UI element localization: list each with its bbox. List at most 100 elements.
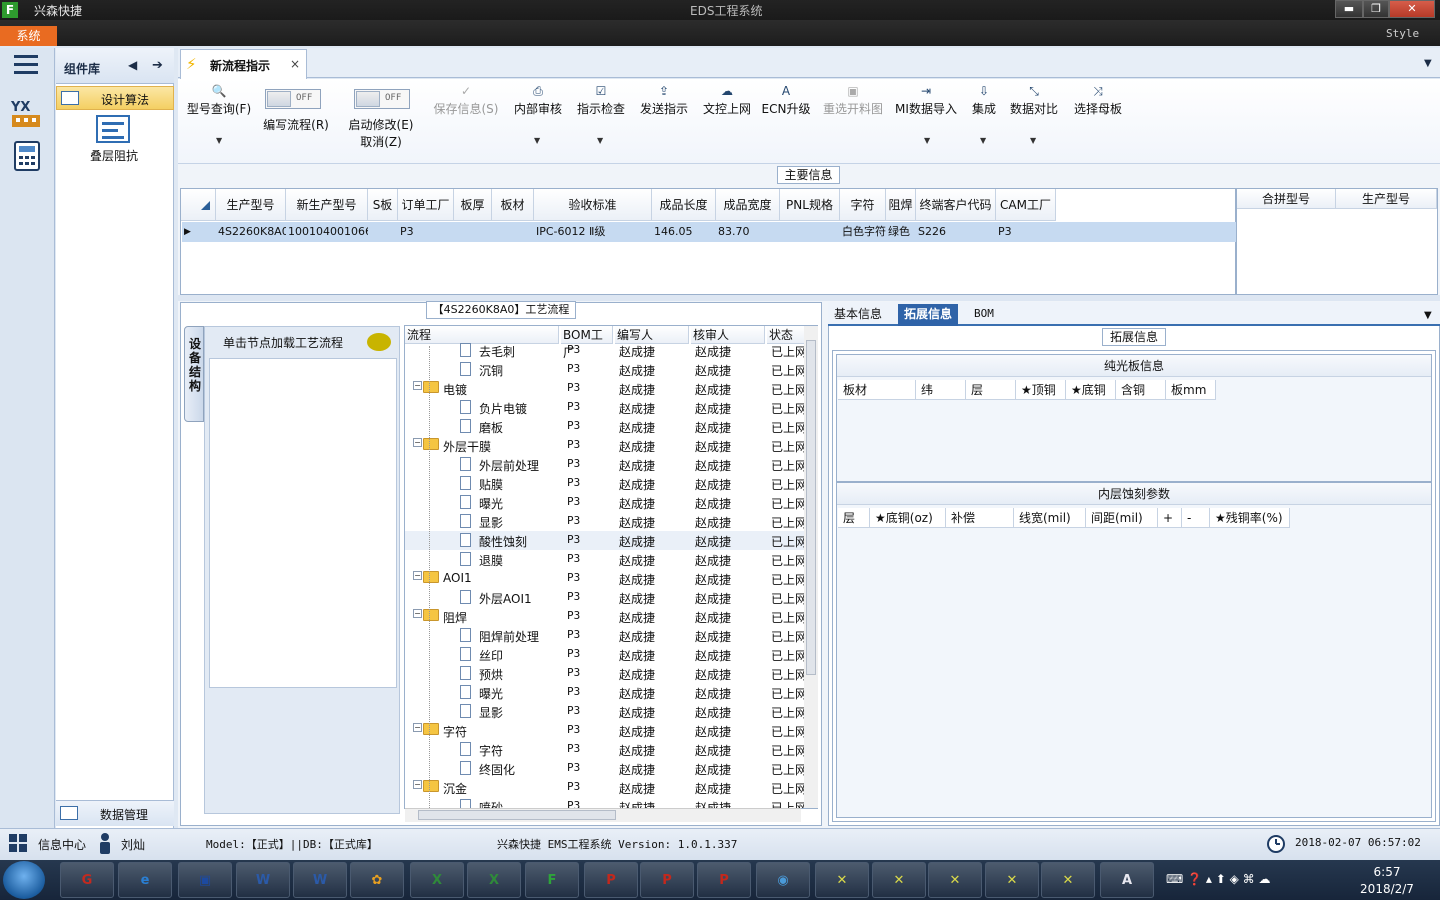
- chevron-down-icon[interactable]: ▼: [980, 136, 986, 145]
- start-modify-toggle[interactable]: OFF: [354, 89, 410, 109]
- internal-review-button[interactable]: ⎙ 内部审核: [512, 84, 564, 117]
- splitter[interactable]: [178, 295, 1440, 301]
- tree-row[interactable]: 字符 P3 赵成捷 赵成捷 已上网: [405, 740, 805, 759]
- detail-column-header[interactable]: ★残铜率(%): [1210, 508, 1290, 528]
- tree-row[interactable]: − AOI1 P3 赵成捷 赵成捷 已上网: [405, 569, 805, 588]
- taskbar-app-icon[interactable]: P: [584, 862, 638, 898]
- taskbar-app-icon[interactable]: ✕: [985, 862, 1039, 898]
- taskbar-app-icon[interactable]: F: [525, 862, 579, 898]
- taskbar-app-icon[interactable]: W: [293, 862, 347, 898]
- tree-row[interactable]: − 电镀 P3 赵成捷 赵成捷 已上网: [405, 379, 805, 398]
- column-header[interactable]: S板: [368, 189, 398, 221]
- taskbar-app-icon[interactable]: P: [640, 862, 694, 898]
- tree-row[interactable]: 终固化 P3 赵成捷 赵成捷 已上网: [405, 759, 805, 778]
- table-cell[interactable]: P3: [400, 222, 454, 242]
- select-mother-board-button[interactable]: ⤨ 选择母板: [1070, 84, 1126, 117]
- tree-row[interactable]: 酸性蚀刻 P3 赵成捷 赵成捷 已上网: [405, 531, 805, 550]
- tree-row[interactable]: 沉铜 P3 赵成捷 赵成捷 已上网: [405, 360, 805, 379]
- chevron-down-icon[interactable]: ▼: [924, 136, 930, 145]
- detail-column-header[interactable]: 层: [966, 380, 1016, 400]
- column-header[interactable]: 阻焊: [886, 189, 916, 221]
- detail-dropdown-icon[interactable]: ▼: [1424, 310, 1432, 321]
- detail-column-header[interactable]: ★底铜: [1066, 380, 1116, 400]
- table-cell[interactable]: [782, 222, 840, 242]
- detail-column-header[interactable]: 板mm: [1166, 380, 1216, 400]
- taskbar-app-icon[interactable]: ◉: [756, 862, 810, 898]
- close-button[interactable]: ✕: [1389, 0, 1435, 18]
- tree-horizontal-thumb[interactable]: [418, 810, 616, 820]
- table-cell[interactable]: 白色字符: [842, 222, 886, 242]
- taskbar-app-icon[interactable]: ✕: [1041, 862, 1095, 898]
- detail-column-header[interactable]: -: [1182, 508, 1210, 528]
- taskbar-app-icon[interactable]: G: [60, 862, 114, 898]
- expander-icon[interactable]: −: [413, 723, 422, 732]
- expander-icon[interactable]: −: [413, 438, 422, 447]
- taskbar-app-icon[interactable]: ✕: [872, 862, 926, 898]
- integrate-button[interactable]: ⇩ 集成: [968, 84, 1000, 117]
- reselect-material-button[interactable]: ▣ 重选开料图: [820, 84, 886, 117]
- model-query-button[interactable]: 🔍 型号查询(F): [184, 84, 254, 117]
- tree-row[interactable]: 丝印 P3 赵成捷 赵成捷 已上网: [405, 645, 805, 664]
- style-menu[interactable]: Style: [1386, 27, 1419, 40]
- column-header[interactable]: CAM工厂: [996, 189, 1056, 221]
- instruction-check-button[interactable]: ☑ 指示检查: [575, 84, 627, 117]
- table-cell[interactable]: 146.05: [654, 222, 716, 242]
- detail-column-header[interactable]: 补偿: [946, 508, 1014, 528]
- detail-column-header[interactable]: 板材: [838, 380, 916, 400]
- detail-column-header[interactable]: 线宽(mil): [1014, 508, 1086, 528]
- calculator-icon[interactable]: [13, 140, 43, 172]
- table-cell[interactable]: S226: [918, 222, 996, 242]
- chevron-down-icon[interactable]: ▼: [534, 136, 540, 145]
- tree-row[interactable]: 外层前处理 P3 赵成捷 赵成捷 已上网: [405, 455, 805, 474]
- tab-new-flow-instruction[interactable]: ⚡ 新流程指示 ×: [180, 49, 307, 79]
- expander-icon[interactable]: −: [413, 609, 422, 618]
- mi-import-button[interactable]: ⇥ MI数据导入: [894, 84, 958, 117]
- taskbar-app-icon[interactable]: A: [1100, 862, 1154, 898]
- detail-column-header[interactable]: ★底铜(oz): [870, 508, 946, 528]
- doc-upload-button[interactable]: ☁ 文控上网: [701, 84, 753, 117]
- table-cell[interactable]: [370, 222, 398, 242]
- info-center-label[interactable]: 信息中心: [38, 836, 86, 853]
- column-header[interactable]: 终端客户代码: [916, 189, 996, 221]
- taskbar-app-icon[interactable]: ▣: [178, 862, 232, 898]
- tab-bom[interactable]: BOM: [968, 304, 1000, 326]
- process-flow-tree[interactable]: 流程 BOM工厂 编写人 核审人 状态 去毛刺 P3 赵成捷 赵成捷 已上网 沉铜 P3 赵成捷 赵成捷…: [404, 325, 818, 809]
- tree-row[interactable]: 外层AOI1 P3 赵成捷 赵成捷 已上网: [405, 588, 805, 607]
- tree-row[interactable]: 负片电镀 P3 赵成捷 赵成捷 已上网: [405, 398, 805, 417]
- expander-icon[interactable]: −: [413, 381, 422, 390]
- tree-row[interactable]: − 字符 P3 赵成捷 赵成捷 已上网: [405, 721, 805, 740]
- table-cell[interactable]: [494, 222, 534, 242]
- tab-dropdown-icon[interactable]: ▼: [1424, 58, 1432, 69]
- tab-basic-info[interactable]: 基本信息: [828, 304, 888, 326]
- table-cell[interactable]: IPC-6012 Ⅱ级: [536, 222, 652, 242]
- table-cell[interactable]: 绿色: [888, 222, 916, 242]
- stack-impedance-label[interactable]: 叠层阻抗: [90, 147, 138, 164]
- chevron-down-icon[interactable]: ▼: [216, 136, 222, 145]
- detail-column-header[interactable]: 含铜: [1116, 380, 1166, 400]
- tab-equipment-structure[interactable]: 设备结构: [184, 326, 204, 422]
- data-compare-button[interactable]: ⤡ 数据对比: [1008, 84, 1060, 117]
- edit-flow-toggle[interactable]: OFF: [265, 89, 321, 109]
- tree-row[interactable]: 磨板 P3 赵成捷 赵成捷 已上网: [405, 417, 805, 436]
- table-cell[interactable]: 4S2260K8A0: [218, 222, 286, 242]
- start-button[interactable]: [3, 861, 45, 899]
- tree-row[interactable]: − 外层干膜 P3 赵成捷 赵成捷 已上网: [405, 436, 805, 455]
- save-info-button[interactable]: ✓ 保存信息(S): [430, 84, 502, 117]
- speech-bubble-icon[interactable]: [367, 333, 391, 351]
- taskbar-app-icon[interactable]: ✕: [815, 862, 869, 898]
- chevron-down-icon[interactable]: ▼: [597, 136, 603, 145]
- minimize-button[interactable]: ▬: [1335, 0, 1363, 18]
- tree-row[interactable]: 显影 P3 赵成捷 赵成捷 已上网: [405, 512, 805, 531]
- data-management-item[interactable]: 数据管理: [56, 800, 174, 826]
- taskbar-app-icon[interactable]: P: [697, 862, 751, 898]
- table-cell[interactable]: [456, 222, 492, 242]
- tree-row[interactable]: 显影 P3 赵成捷 赵成捷 已上网: [405, 702, 805, 721]
- tray-icons[interactable]: ⌨ ❓ ▴ ⬆ ◈ ⌘ ☁: [1166, 872, 1270, 886]
- tree-row[interactable]: − 沉金 P3 赵成捷 赵成捷 已上网: [405, 778, 805, 797]
- tree-row[interactable]: 预烘 P3 赵成捷 赵成捷 已上网: [405, 664, 805, 683]
- column-header[interactable]: 验收标准: [534, 189, 652, 221]
- column-header[interactable]: 订单工厂: [398, 189, 454, 221]
- column-header[interactable]: PNL规格: [780, 189, 840, 221]
- maximize-button[interactable]: ❐: [1363, 0, 1389, 18]
- hamburger-menu-icon[interactable]: [14, 55, 38, 75]
